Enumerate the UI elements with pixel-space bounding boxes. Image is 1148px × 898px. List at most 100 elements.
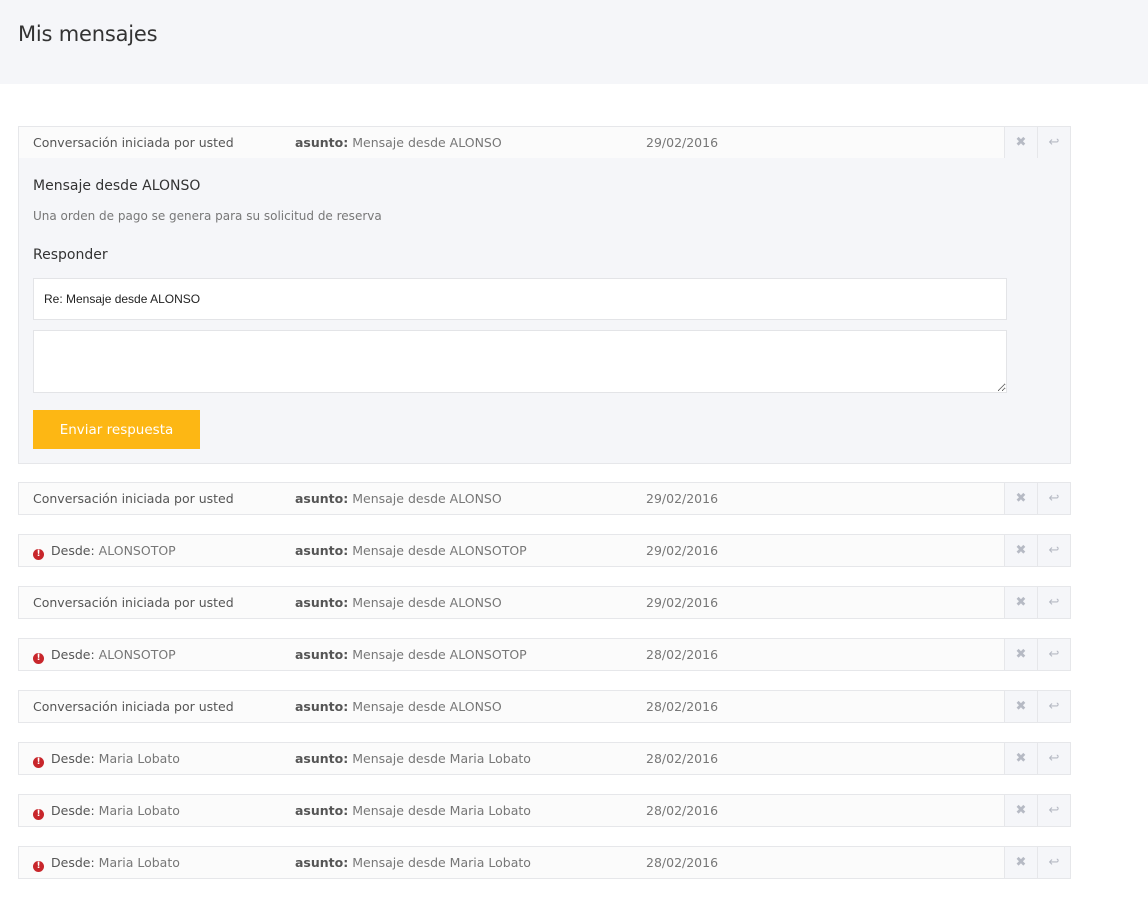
- message-body-text: Una orden de pago se genera para su soli…: [33, 209, 382, 223]
- subject-label: asunto:: [295, 543, 349, 558]
- from-value: ALONSOTOP: [98, 647, 176, 662]
- subject-label: asunto:: [295, 647, 349, 662]
- message-subject: asunto: Mensaje desde ALONSO: [295, 135, 502, 150]
- message-date: 28/02/2016: [646, 803, 719, 818]
- message-date: 29/02/2016: [646, 595, 719, 610]
- close-icon: ✖: [1015, 855, 1027, 870]
- from-label: Desde:: [51, 803, 95, 818]
- send-reply-button[interactable]: Enviar respuesta: [33, 410, 200, 449]
- message-item: Conversación iniciada por usted asunto: …: [18, 690, 1071, 723]
- delete-button[interactable]: ✖: [1004, 691, 1037, 722]
- message-row[interactable]: Conversación iniciada por usted asunto: …: [19, 127, 1006, 158]
- message-initiated-label: Conversación iniciada por usted: [33, 595, 234, 610]
- message-row[interactable]: Conversación iniciada por usted asunto: …: [19, 587, 1070, 618]
- reply-button[interactable]: ↩: [1037, 795, 1070, 826]
- reply-icon: ↩: [1048, 491, 1060, 506]
- reply-button[interactable]: ↩: [1037, 639, 1070, 670]
- subject-value: Mensaje desde ALONSO: [352, 491, 502, 506]
- reply-title: Responder: [33, 247, 108, 263]
- reply-button[interactable]: ↩: [1037, 127, 1070, 158]
- from-value: ALONSOTOP: [98, 543, 176, 558]
- page-title: Mis mensajes: [18, 22, 158, 46]
- reply-button[interactable]: ↩: [1037, 847, 1070, 878]
- reply-icon: ↩: [1048, 855, 1060, 870]
- message-subject: asunto: Mensaje desde ALONSO: [295, 491, 502, 506]
- reply-button[interactable]: ↩: [1037, 691, 1070, 722]
- message-date: 29/02/2016: [646, 543, 719, 558]
- reply-icon: ↩: [1048, 803, 1060, 818]
- subject-value: Mensaje desde ALONSOTOP: [352, 647, 527, 662]
- subject-value: Mensaje desde Maria Lobato: [352, 751, 531, 766]
- message-subject: asunto: Mensaje desde ALONSOTOP: [295, 543, 527, 558]
- message-expanded: Conversación iniciada por usted asunto: …: [18, 126, 1071, 464]
- from-label: Desde:: [51, 543, 95, 558]
- delete-button[interactable]: ✖: [1004, 483, 1037, 514]
- close-icon: ✖: [1015, 491, 1027, 506]
- close-icon: ✖: [1015, 595, 1027, 610]
- message-list: Conversación iniciada por usted asunto: …: [18, 126, 1071, 898]
- subject-value: Mensaje desde ALONSO: [352, 595, 502, 610]
- from-value: Maria Lobato: [98, 751, 180, 766]
- message-row[interactable]: ! Desde: Maria Lobato asunto: Mensaje des…: [19, 743, 1070, 774]
- message-initiated-label: Conversación iniciada por usted: [33, 491, 234, 506]
- delete-button[interactable]: ✖: [1004, 847, 1037, 878]
- message-sender: ! Desde: ALONSOTOP: [33, 647, 176, 664]
- message-actions: ✖ ↩: [1004, 691, 1070, 722]
- delete-button[interactable]: ✖: [1004, 795, 1037, 826]
- message-item: Conversación iniciada por usted asunto: …: [18, 482, 1071, 515]
- reply-icon: ↩: [1048, 595, 1060, 610]
- alert-icon: !: [33, 653, 44, 664]
- message-actions: ✖ ↩: [1004, 743, 1070, 774]
- message-row[interactable]: Conversación iniciada por usted asunto: …: [19, 483, 1070, 514]
- page-header: Mis mensajes: [0, 0, 1148, 84]
- message-actions: ✖ ↩: [1004, 535, 1070, 566]
- subject-label: asunto:: [295, 491, 349, 506]
- reply-body-textarea[interactable]: [33, 330, 1007, 393]
- alert-icon: !: [33, 861, 44, 872]
- delete-button[interactable]: ✖: [1004, 743, 1037, 774]
- message-date: 29/02/2016: [646, 491, 719, 506]
- delete-button[interactable]: ✖: [1004, 587, 1037, 618]
- message-row[interactable]: Conversación iniciada por usted asunto: …: [19, 691, 1070, 722]
- close-icon: ✖: [1015, 751, 1027, 766]
- message-item: Conversación iniciada por usted asunto: …: [18, 586, 1071, 619]
- alert-icon: !: [33, 809, 44, 820]
- reply-button[interactable]: ↩: [1037, 535, 1070, 566]
- message-row[interactable]: ! Desde: ALONSOTOP asunto: Mensaje desde …: [19, 535, 1070, 566]
- reply-icon: ↩: [1048, 647, 1060, 662]
- subject-label: asunto:: [295, 595, 349, 610]
- reply-button[interactable]: ↩: [1037, 743, 1070, 774]
- reply-icon: ↩: [1048, 543, 1060, 558]
- message-row[interactable]: ! Desde: Maria Lobato asunto: Mensaje des…: [19, 795, 1070, 826]
- subject-label: asunto:: [295, 751, 349, 766]
- close-icon: ✖: [1015, 699, 1027, 714]
- delete-button[interactable]: ✖: [1004, 127, 1037, 158]
- close-icon: ✖: [1015, 803, 1027, 818]
- message-row[interactable]: ! Desde: ALONSOTOP asunto: Mensaje desde …: [19, 639, 1070, 670]
- subject-label: asunto:: [295, 135, 349, 150]
- reply-subject-input[interactable]: [33, 278, 1007, 320]
- subject-label: asunto:: [295, 855, 349, 870]
- message-date: 28/02/2016: [646, 647, 719, 662]
- message-item: ! Desde: Maria Lobato asunto: Mensaje des…: [18, 794, 1071, 827]
- message-subject: asunto: Mensaje desde Maria Lobato: [295, 855, 531, 870]
- delete-button[interactable]: ✖: [1004, 535, 1037, 566]
- message-actions: ✖ ↩: [1004, 795, 1070, 826]
- alert-icon: !: [33, 757, 44, 768]
- message-initiated-label: Conversación iniciada por usted: [33, 135, 234, 150]
- reply-button[interactable]: ↩: [1037, 483, 1070, 514]
- reply-icon: ↩: [1048, 135, 1060, 150]
- message-actions: ✖ ↩: [1004, 127, 1070, 158]
- message-subject: asunto: Mensaje desde ALONSOTOP: [295, 647, 527, 662]
- message-date: 29/02/2016: [646, 135, 719, 150]
- message-date: 28/02/2016: [646, 699, 719, 714]
- subject-label: asunto:: [295, 803, 349, 818]
- reply-button[interactable]: ↩: [1037, 587, 1070, 618]
- message-subject: asunto: Mensaje desde ALONSO: [295, 595, 502, 610]
- close-icon: ✖: [1015, 647, 1027, 662]
- reply-icon: ↩: [1048, 751, 1060, 766]
- message-actions: ✖ ↩: [1004, 639, 1070, 670]
- message-row[interactable]: ! Desde: Maria Lobato asunto: Mensaje des…: [19, 847, 1070, 878]
- delete-button[interactable]: ✖: [1004, 639, 1037, 670]
- message-body: Mensaje desde ALONSO Una orden de pago s…: [19, 158, 1044, 463]
